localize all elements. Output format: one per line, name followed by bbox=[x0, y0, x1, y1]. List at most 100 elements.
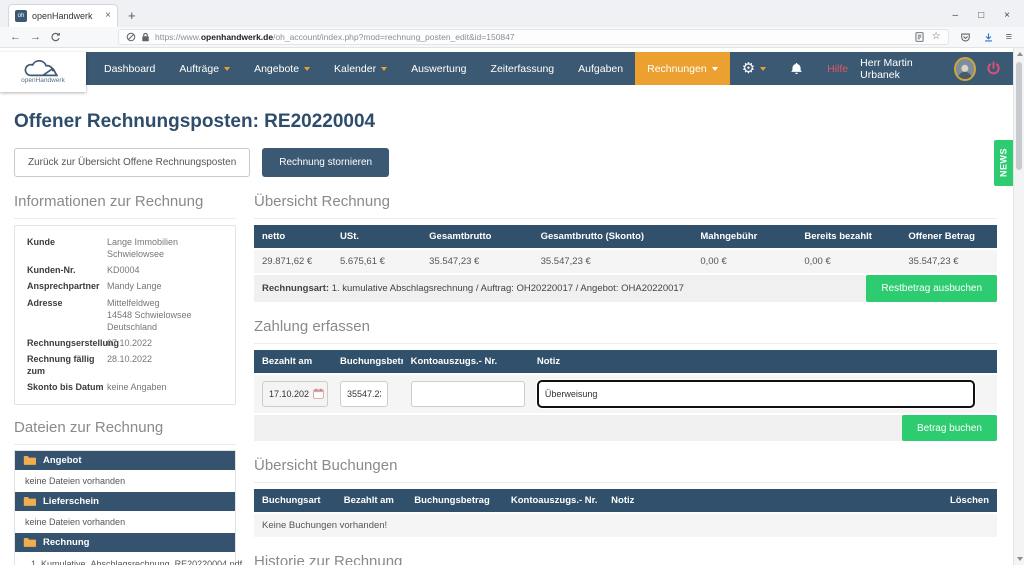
reload-icon[interactable] bbox=[50, 32, 61, 43]
empty-files-text: keine Dateien vorhanden bbox=[15, 470, 235, 492]
minimize-icon[interactable]: – bbox=[953, 10, 959, 21]
folder-rechnung[interactable]: Rechnung bbox=[15, 533, 235, 552]
col-header-loeschen: Löschen bbox=[938, 489, 997, 513]
invoice-info-card: Kunde Lange ImmobilienSchwielowsee Kunde… bbox=[14, 225, 236, 405]
browser-tab[interactable]: oh openHandwerk × bbox=[8, 4, 118, 27]
pocket-icon[interactable] bbox=[960, 32, 971, 43]
pdf-file-link[interactable]: 1_Kumulative_Abschlagsrechnung_RE2022000… bbox=[15, 552, 235, 565]
col-header-netto: netto bbox=[254, 225, 332, 249]
folder-lieferschein[interactable]: Lieferschein bbox=[15, 492, 235, 511]
caret-down-icon bbox=[224, 67, 230, 71]
payment-form-title: Zahlung erfassen bbox=[254, 318, 997, 344]
payment-input-row bbox=[254, 374, 997, 413]
meta-text: 1. kumulative Abschlagsrechnung / Auftra… bbox=[332, 283, 684, 294]
book-amount-button[interactable]: Betrag buchen bbox=[902, 415, 997, 441]
calendar-icon[interactable] bbox=[313, 388, 324, 399]
empty-bookings-text: Keine Buchungen vorhanden! bbox=[254, 513, 997, 537]
bell-icon bbox=[790, 62, 803, 75]
maximize-icon[interactable]: □ bbox=[978, 10, 984, 21]
folder-icon bbox=[23, 537, 36, 547]
app-logo[interactable]: openHandwerk bbox=[0, 52, 86, 92]
back-to-overview-button[interactable]: Zurück zur Übersicht Offene Rechnungspos… bbox=[14, 148, 250, 177]
col-header-notiz: Notiz bbox=[529, 350, 997, 374]
reader-mode-icon[interactable] bbox=[915, 32, 924, 42]
browser-window: oh openHandwerk × + – □ × ← → https://ww… bbox=[0, 0, 1024, 565]
nav-item-hilfe[interactable]: Hilfe bbox=[815, 52, 860, 85]
table-header-row: netto USt. Gesamtbrutto Gesamtbrutto (Sk… bbox=[254, 225, 997, 249]
url-bar[interactable]: https://www.openhandwerk.de/oh_account/i… bbox=[118, 29, 949, 45]
brand-text: openHandwerk bbox=[21, 77, 65, 84]
col-header-buchungsbetrag: Buchungsbetrag bbox=[332, 350, 403, 374]
avatar[interactable] bbox=[954, 57, 976, 81]
invoice-overview-table: netto USt. Gesamtbrutto Gesamtbrutto (Sk… bbox=[254, 225, 997, 273]
col-header-notiz: Notiz bbox=[603, 489, 937, 513]
notifications[interactable] bbox=[778, 52, 815, 85]
value-bereits-bezahlt: 0,00 € bbox=[796, 249, 900, 273]
tab-close-icon[interactable]: × bbox=[105, 11, 111, 21]
col-header-ust: USt. bbox=[332, 225, 421, 249]
logout-power-icon[interactable] bbox=[986, 61, 1001, 76]
info-row-kundennr: Kunden-Nr. KD0004 bbox=[15, 262, 235, 278]
lock-icon[interactable] bbox=[141, 32, 150, 42]
page-content: Offener Rechnungsposten: RE20220004 Zurü… bbox=[0, 85, 1013, 565]
info-row-faellig: Rechnung fällig zum 28.10.2022 bbox=[15, 351, 235, 379]
col-header-gesamtbrutto-skonto: Gesamtbrutto (Skonto) bbox=[533, 225, 693, 249]
nav-item-dashboard[interactable]: Dashboard bbox=[92, 52, 167, 85]
col-header-buchungsart: Buchungsart bbox=[254, 489, 336, 513]
back-icon[interactable]: ← bbox=[10, 32, 21, 43]
scrollbar[interactable] bbox=[1013, 48, 1024, 565]
payment-form-table: Bezahlt am Buchungsbetrag Kontoauszugs.-… bbox=[254, 350, 997, 413]
nav-item-kalender[interactable]: Kalender bbox=[322, 52, 399, 85]
new-tab-button[interactable]: + bbox=[128, 8, 136, 27]
empty-files-text: keine Dateien vorhanden bbox=[15, 511, 235, 533]
col-header-bereits-bezahlt: Bereits bezahlt bbox=[796, 225, 900, 249]
nav-item-rechnungen[interactable]: Rechnungen bbox=[635, 52, 730, 85]
menu-icon[interactable]: ≡ bbox=[1006, 31, 1012, 43]
person-icon bbox=[956, 63, 974, 79]
nav-item-zeiterfassung[interactable]: Zeiterfassung bbox=[479, 52, 567, 85]
news-tab[interactable]: NEWS bbox=[994, 140, 1013, 186]
forward-icon[interactable]: → bbox=[30, 32, 41, 43]
user-name: Herr Martin Urbanek bbox=[860, 57, 944, 81]
cancel-invoice-button[interactable]: Rechnung stornieren bbox=[262, 148, 389, 177]
tracking-shield-icon[interactable] bbox=[126, 32, 136, 42]
statement-no-input[interactable] bbox=[411, 381, 525, 407]
folder-angebot[interactable]: Angebot bbox=[15, 451, 235, 470]
url-text: https://www.openhandwerk.de/oh_account/i… bbox=[155, 32, 910, 42]
info-row-ansprechpartner: Ansprechpartner Mandy Lange bbox=[15, 278, 235, 294]
caret-down-icon bbox=[304, 67, 310, 71]
table-header-row: Buchungsart Bezahlt am Buchungsbetrag Ko… bbox=[254, 489, 997, 513]
bookmark-star-icon[interactable]: ☆ bbox=[932, 32, 941, 42]
caret-down-icon bbox=[760, 67, 766, 71]
info-row-skonto: Skonto bis Datum keine Angaben bbox=[15, 379, 235, 395]
booking-amount-input[interactable] bbox=[340, 381, 388, 407]
settings-menu[interactable]: ⚙ bbox=[730, 52, 778, 85]
info-row-kunde: Kunde Lange ImmobilienSchwielowsee bbox=[15, 234, 235, 262]
col-header-bezahlt-am: Bezahlt am bbox=[336, 489, 407, 513]
nav-item-auftraege[interactable]: Aufträge bbox=[167, 52, 242, 85]
scroll-up-icon[interactable] bbox=[1017, 52, 1023, 56]
note-input[interactable] bbox=[537, 380, 975, 408]
payment-actions-row: Betrag buchen bbox=[254, 415, 997, 441]
page-title: Offener Rechnungsposten: RE20220004 bbox=[14, 111, 997, 133]
bookings-title: Übersicht Buchungen bbox=[254, 457, 997, 483]
tab-title: openHandwerk bbox=[32, 11, 100, 21]
payout-remainder-button[interactable]: Restbetrag ausbuchen bbox=[866, 275, 997, 302]
scroll-down-icon[interactable] bbox=[1017, 557, 1023, 561]
page: openHandwerk Dashboard Aufträge Angebote… bbox=[0, 48, 1024, 565]
nav-item-auswertung[interactable]: Auswertung bbox=[399, 52, 478, 85]
invoice-meta-row: Rechnungsart: 1. kumulative Abschlagsrec… bbox=[254, 275, 997, 302]
scrollbar-thumb[interactable] bbox=[1016, 62, 1022, 170]
close-icon[interactable]: × bbox=[1004, 10, 1010, 21]
nav-item-angebote[interactable]: Angebote bbox=[242, 52, 322, 85]
nav-item-aufgaben[interactable]: Aufgaben bbox=[566, 52, 635, 85]
bookings-table: Buchungsart Bezahlt am Buchungsbetrag Ko… bbox=[254, 489, 997, 537]
col-header-bezahlt-am: Bezahlt am bbox=[254, 350, 332, 374]
files-panel-title: Dateien zur Rechnung bbox=[14, 419, 236, 445]
download-icon[interactable] bbox=[983, 32, 994, 43]
table-row: Keine Buchungen vorhanden! bbox=[254, 513, 997, 537]
folder-icon bbox=[23, 496, 36, 506]
favicon: oh bbox=[15, 10, 27, 22]
info-panel-title: Informationen zur Rechnung bbox=[14, 193, 236, 219]
value-mahngebuehr: 0,00 € bbox=[692, 249, 796, 273]
